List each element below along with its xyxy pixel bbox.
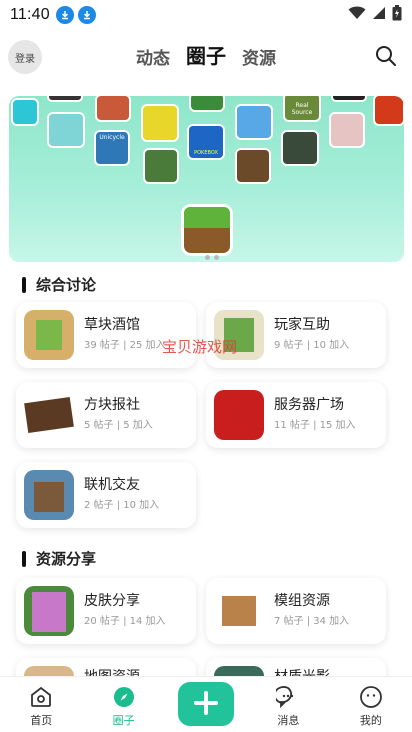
banner-tile-label: POKEBOX <box>194 150 218 156</box>
nav-label: 圈子 <box>112 714 135 727</box>
circle-thumbnail <box>24 470 74 520</box>
circle-card[interactable]: 皮肤分享 20 帖子 | 14 加入 <box>16 578 196 644</box>
battery-icon <box>392 5 402 25</box>
circle-meta: 11 帖子 | 15 加入 <box>274 420 356 431</box>
home-icon <box>31 686 52 707</box>
tab-resources[interactable]: 资源 <box>242 44 276 69</box>
banner-app-tile <box>235 148 271 184</box>
circle-name: 玩家互助 <box>274 317 330 333</box>
banner-tile-label: Real Source <box>291 102 313 116</box>
nav-home[interactable]: 首页 <box>0 677 82 732</box>
banner-app-tile <box>235 104 273 140</box>
circle-card[interactable]: 模组资源 7 帖子 | 34 加入 <box>206 578 386 644</box>
nav-messages[interactable]: 消息 <box>247 677 329 732</box>
section-title-text: 资源分享 <box>36 550 97 568</box>
banner-app-tile <box>329 112 365 148</box>
search-icon <box>376 46 396 66</box>
circle-card[interactable]: 玩家互助 9 帖子 | 10 加入 <box>206 302 386 368</box>
banner-app-tile <box>141 104 179 142</box>
compass-icon <box>113 687 134 707</box>
circle-name: 草块酒馆 <box>84 317 140 333</box>
banner-app-tile: Unicycle <box>94 130 130 166</box>
banner-app-tile <box>11 98 39 126</box>
wifi-icon <box>348 6 366 24</box>
chat-icon <box>276 686 294 709</box>
circle-thumbnail <box>214 390 264 440</box>
banner-tile-label: Unicycle <box>99 134 125 141</box>
circle-thumbnail <box>24 310 74 360</box>
bottom-nav: 首页 圈子 消息 我的 <box>0 676 412 732</box>
banner-app-tile <box>331 96 367 102</box>
nav-label: 我的 <box>359 714 382 727</box>
status-bar: 11:40 <box>0 0 412 30</box>
banner-app-tile <box>47 96 83 102</box>
watermark: 宝贝游戏网 <box>162 338 238 356</box>
nav-label: 首页 <box>30 714 53 727</box>
circle-name: 模组资源 <box>274 593 330 609</box>
nav-create[interactable] <box>165 677 247 732</box>
banner-app-tile <box>281 130 319 166</box>
tab-feed[interactable]: 动态 <box>136 44 170 69</box>
circle-card[interactable]: 草块酒馆 39 帖子 | 25 加入 <box>16 302 196 368</box>
circle-name: 皮肤分享 <box>84 593 140 609</box>
circle-name: 联机交友 <box>84 477 140 493</box>
search-button[interactable] <box>374 44 398 68</box>
profile-icon <box>359 686 382 708</box>
banner-app-tile <box>47 112 85 148</box>
banner-app-tile <box>95 96 131 122</box>
banner-app-tile <box>189 96 225 112</box>
status-time: 11:40 <box>10 6 50 23</box>
circle-meta: 20 帖子 | 14 加入 <box>84 616 166 627</box>
signal-icon <box>372 6 386 24</box>
banner-app-tile <box>373 96 404 126</box>
circle-card[interactable]: 服务器广场 11 帖子 | 15 加入 <box>206 382 386 448</box>
tab-circles[interactable]: 圈子 <box>186 40 226 69</box>
download-icon <box>77 6 96 24</box>
section-title-text: 综合讨论 <box>36 276 97 294</box>
circle-name: 方块报社 <box>84 397 140 413</box>
circle-thumbnail <box>24 586 74 636</box>
circle-meta: 7 帖子 | 34 加入 <box>274 616 350 627</box>
status-indicators <box>348 5 402 25</box>
circle-name: 服务器广场 <box>274 397 344 413</box>
nav-circles[interactable]: 圈子 <box>82 677 164 732</box>
section-title: 综合讨论 <box>22 274 96 295</box>
circle-meta: 5 帖子 | 5 加入 <box>84 420 153 431</box>
circle-meta: 9 帖子 | 10 加入 <box>274 340 350 351</box>
banner-app-tile <box>143 148 179 184</box>
top-tabs: 动态 圈子 资源 <box>0 40 412 69</box>
circle-card[interactable]: 联机交友 2 帖子 | 10 加入 <box>16 462 196 528</box>
banner-pagination <box>205 255 219 260</box>
circle-meta: 39 帖子 | 25 加入 <box>84 340 166 351</box>
banner[interactable]: Unicycle POKEBOX Real Source <box>9 96 404 262</box>
banner-grass-block <box>181 204 233 256</box>
section-title: 资源分享 <box>22 548 96 569</box>
create-button[interactable] <box>178 682 235 726</box>
circle-card[interactable]: 方块报社 5 帖子 | 5 加入 <box>16 382 196 448</box>
banner-app-tile: Real Source <box>283 96 321 122</box>
circle-meta: 2 帖子 | 10 加入 <box>84 500 160 511</box>
nav-label: 消息 <box>277 714 300 727</box>
plus-icon <box>194 690 219 715</box>
nav-profile[interactable]: 我的 <box>330 677 412 732</box>
top-header: 登录 动态 圈子 资源 <box>0 30 412 86</box>
circle-thumbnail <box>214 586 264 636</box>
download-icon <box>55 6 74 24</box>
circle-thumbnail <box>24 390 74 440</box>
banner-app-tile: POKEBOX <box>187 124 225 160</box>
app-screen: 11:40 登录 动态 圈子 资源 Unicycle POKEBOX Real … <box>0 0 412 732</box>
